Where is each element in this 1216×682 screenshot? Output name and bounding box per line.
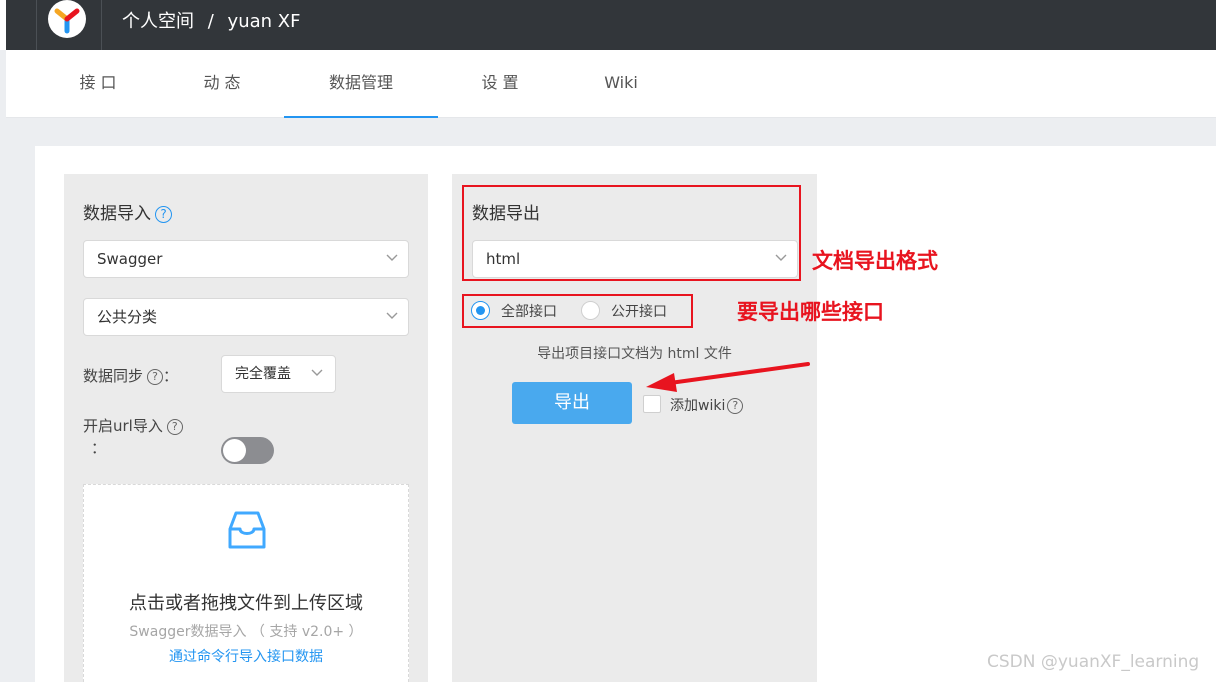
help-icon[interactable]: ? <box>147 369 164 385</box>
inbox-icon <box>224 507 270 557</box>
import-category-select[interactable]: 公共分类 <box>83 298 409 336</box>
breadcrumb-space[interactable]: 个人空间 <box>122 11 194 32</box>
window-edge <box>0 0 6 50</box>
project-tabs: 接 口 动 态 数据管理 设 置 Wiki <box>6 50 1216 118</box>
breadcrumb-separator: / <box>207 11 214 32</box>
import-title: 数据导入? <box>83 199 172 224</box>
url-import-label: 开启url导入? ： <box>83 415 183 459</box>
cli-import-link[interactable]: 通过命令行导入接口数据 <box>84 646 408 666</box>
import-format-value: Swagger <box>97 250 163 268</box>
export-button[interactable]: 导出 <box>512 382 632 424</box>
tab-data-management[interactable]: 数据管理 <box>284 50 438 118</box>
annotation-box-format <box>462 185 801 281</box>
sync-colon: ： <box>163 367 179 385</box>
dropzone-hint: Swagger数据导入 （ 支持 v2.0+ ） <box>129 624 363 640</box>
tab-interface[interactable]: 接 口 <box>48 50 148 118</box>
upload-dropzone[interactable]: 点击或者拖拽文件到上传区域 Swagger数据导入 （ 支持 v2.0+ ） 通… <box>83 484 409 682</box>
annotation-scope-note: 要导出哪些接口 <box>737 300 884 324</box>
sync-mode-select[interactable]: 完全覆盖 <box>221 355 336 393</box>
help-icon[interactable]: ? <box>166 419 183 435</box>
tab-activity[interactable]: 动 态 <box>172 50 272 118</box>
import-format-select[interactable]: Swagger <box>83 240 409 278</box>
url-import-label-text: 开启url导入 <box>83 417 163 435</box>
chevron-down-icon <box>386 254 398 264</box>
breadcrumb-project[interactable]: yuan XF <box>228 11 301 32</box>
annotation-format-note: 文档导出格式 <box>812 249 938 273</box>
yapi-logo-icon[interactable] <box>48 0 86 38</box>
header-divider <box>36 0 37 50</box>
help-icon[interactable]: ? <box>155 206 172 223</box>
import-title-text: 数据导入 <box>83 204 151 224</box>
annotation-box-scope <box>462 294 693 328</box>
sync-label: 数据同步?： <box>83 365 178 386</box>
annotation-arrow-icon <box>646 362 810 392</box>
top-header: 个人空间 / yuan XF <box>0 0 1216 50</box>
chevron-down-icon <box>386 312 398 322</box>
header-divider <box>101 0 102 50</box>
url-import-toggle[interactable] <box>221 437 274 464</box>
chevron-down-icon <box>311 369 323 379</box>
sync-label-text: 数据同步 <box>83 367 144 385</box>
tab-settings[interactable]: 设 置 <box>450 50 550 118</box>
help-icon[interactable]: ? <box>727 398 744 414</box>
watermark: CSDN @yuanXF_learning <box>987 652 1200 672</box>
import-category-value: 公共分类 <box>97 308 158 326</box>
url-import-colon: ： <box>91 439 107 457</box>
add-wiki-text: 添加wiki <box>670 398 726 414</box>
tab-wiki[interactable]: Wiki <box>571 50 671 118</box>
dropzone-title: 点击或者拖拽文件到上传区域 <box>129 593 363 614</box>
sync-mode-value: 完全覆盖 <box>235 366 291 382</box>
toggle-knob <box>223 439 246 462</box>
breadcrumb: 个人空间 / yuan XF <box>122 7 308 33</box>
add-wiki-label: 添加wiki? <box>670 395 744 415</box>
